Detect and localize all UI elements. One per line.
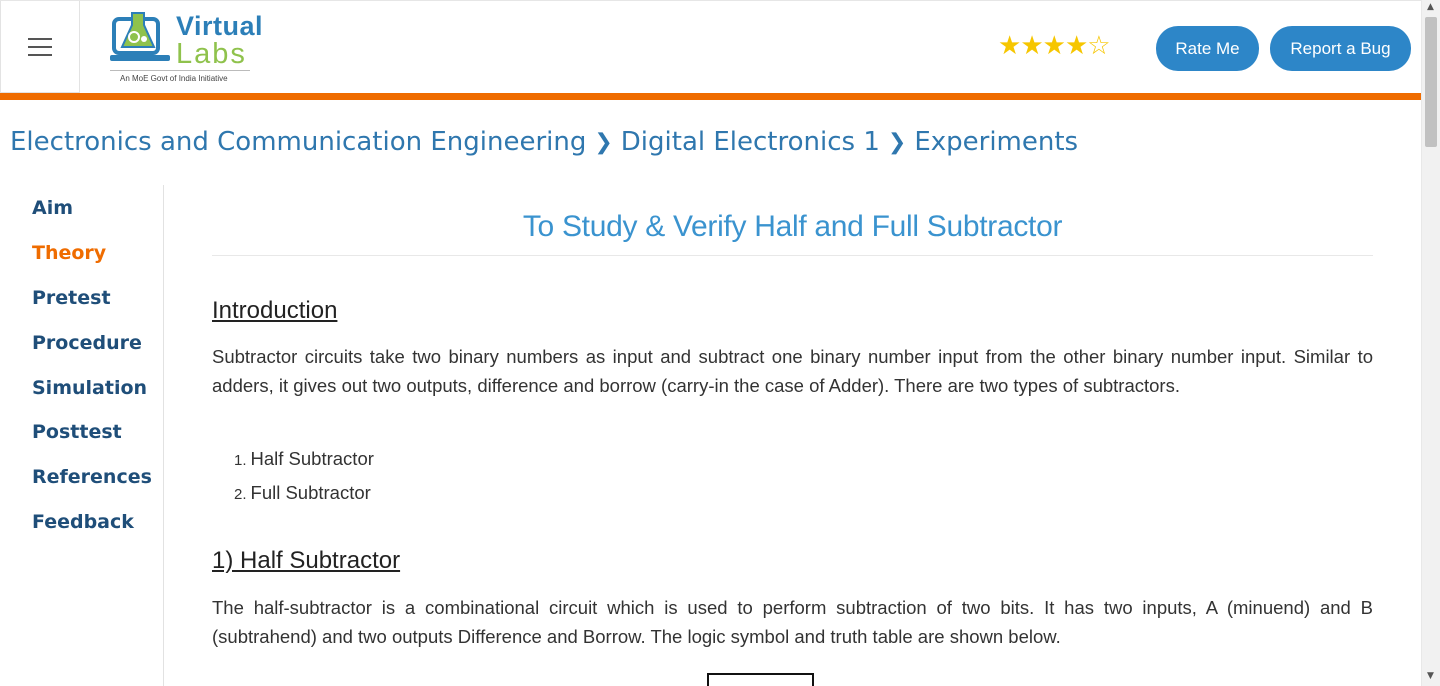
- chevron-right-icon: ❯: [887, 129, 907, 155]
- experiment-sidebar: Aim Theory Pretest Procedure Simulation …: [0, 185, 164, 686]
- scrollbar-thumb[interactable]: [1425, 17, 1437, 147]
- subtractor-types-list: 1. Half Subtractor 2. Full Subtractor: [234, 446, 374, 514]
- sidebar-item-procedure[interactable]: Procedure: [32, 332, 142, 354]
- sidebar-item-posttest[interactable]: Posttest: [32, 421, 122, 443]
- scroll-down-arrow-icon[interactable]: ▼: [1427, 671, 1434, 681]
- sidebar-item-theory[interactable]: Theory: [32, 242, 106, 264]
- breadcrumb-link-experiments[interactable]: Experiments: [914, 127, 1078, 157]
- chevron-right-icon: ❯: [594, 129, 613, 155]
- lab-flask-icon: [110, 12, 170, 61]
- title-divider: [212, 255, 1373, 256]
- rate-me-button[interactable]: Rate Me: [1156, 26, 1259, 71]
- report-bug-button[interactable]: Report a Bug: [1270, 26, 1411, 71]
- star-filled-icon[interactable]: ★: [998, 31, 1021, 61]
- scroll-up-arrow-icon[interactable]: ▲: [1427, 2, 1434, 12]
- sidebar-item-simulation[interactable]: Simulation: [32, 377, 147, 399]
- breadcrumb-link-lab[interactable]: Digital Electronics 1: [621, 127, 880, 157]
- list-item: 2. Full Subtractor: [234, 482, 371, 503]
- hamburger-menu-button[interactable]: [0, 1, 80, 93]
- hamburger-icon: [28, 37, 52, 56]
- logo-text-labs: Labs: [176, 38, 247, 70]
- introduction-heading: Introduction: [212, 297, 338, 324]
- half-subtractor-paragraph: The half-subtractor is a combinational c…: [212, 597, 1373, 647]
- introduction-paragraph: Subtractor circuits take two binary numb…: [212, 346, 1373, 396]
- logic-symbol-diagram: [707, 673, 814, 686]
- sidebar-item-pretest[interactable]: Pretest: [32, 287, 111, 309]
- list-item: 1. Half Subtractor: [234, 448, 374, 469]
- sidebar-item-references[interactable]: References: [32, 466, 152, 488]
- page-scrollbar[interactable]: ▲ ▼: [1421, 0, 1440, 686]
- half-subtractor-heading: 1) Half Subtractor: [212, 547, 401, 574]
- star-filled-icon[interactable]: ★: [1043, 31, 1066, 61]
- star-filled-icon[interactable]: ★: [1020, 31, 1043, 61]
- virtual-labs-logo[interactable]: Virtual Labs An MoE Govt of India Initia…: [80, 1, 280, 93]
- rating-stars[interactable]: ★★★★☆: [998, 31, 1111, 61]
- header-accent-bar: [0, 93, 1421, 100]
- breadcrumb: Electronics and Communication Engineerin…: [10, 127, 1078, 157]
- logo-tagline: An MoE Govt of India Initiative: [120, 74, 228, 83]
- page-title: To Study & Verify Half and Full Subtract…: [522, 210, 1063, 243]
- logo-divider: [110, 70, 250, 71]
- sidebar-item-feedback[interactable]: Feedback: [32, 511, 134, 533]
- site-header: Virtual Labs An MoE Govt of India Initia…: [0, 0, 1421, 93]
- sidebar-item-aim[interactable]: Aim: [32, 197, 73, 219]
- star-empty-icon[interactable]: ☆: [1087, 31, 1110, 61]
- breadcrumb-link-department[interactable]: Electronics and Communication Engineerin…: [10, 127, 586, 157]
- star-filled-icon[interactable]: ★: [1065, 31, 1088, 61]
